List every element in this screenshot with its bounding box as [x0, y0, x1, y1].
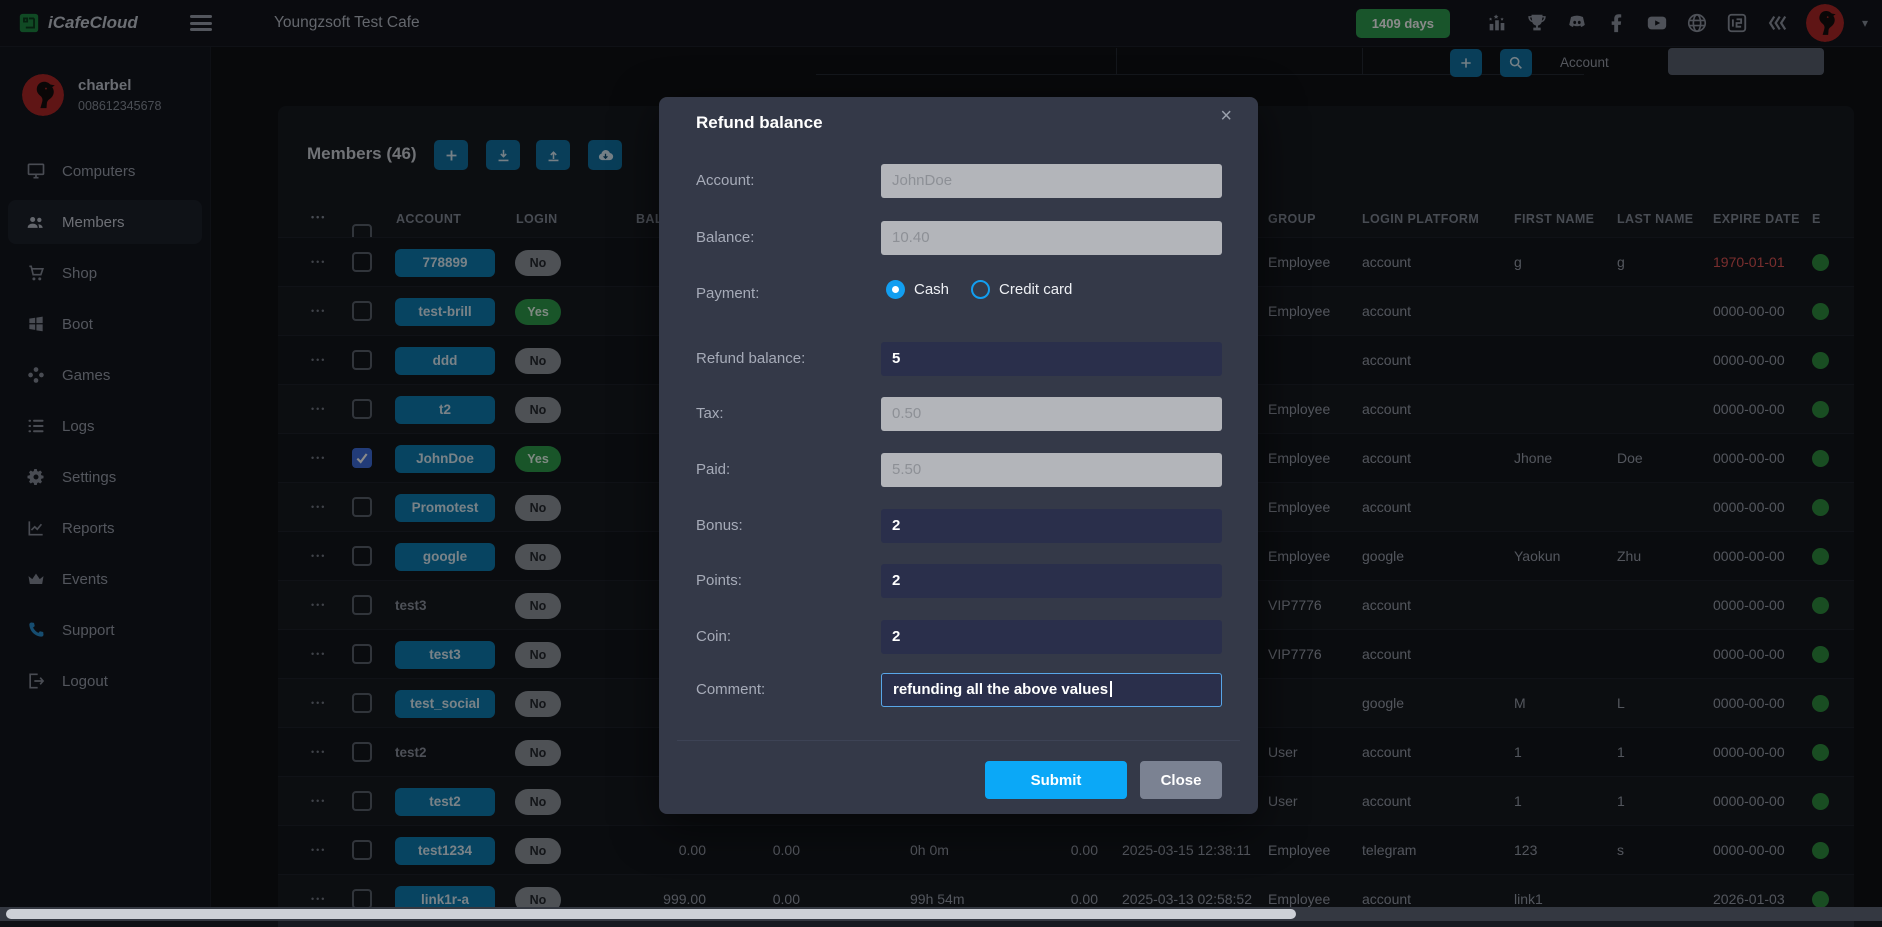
close-icon[interactable]: ×: [1220, 105, 1232, 128]
modal-divider: [677, 740, 1240, 741]
refund-balance-input[interactable]: 5: [881, 342, 1222, 376]
submit-button[interactable]: Submit: [985, 761, 1127, 799]
tax-label: Tax:: [696, 405, 724, 422]
paid-field: 5.50: [881, 453, 1222, 487]
coin-input[interactable]: 2: [881, 620, 1222, 654]
credit-card-radio-label: Credit card: [999, 281, 1073, 298]
balance-label: Balance:: [696, 229, 755, 246]
points-input[interactable]: 2: [881, 564, 1222, 598]
bonus-label: Bonus:: [696, 517, 743, 534]
payment-label: Payment:: [696, 285, 760, 302]
comment-label: Comment:: [696, 681, 766, 698]
paid-label: Paid:: [696, 461, 731, 478]
account-label: Account:: [696, 172, 755, 189]
radio-selected-icon: [886, 280, 905, 299]
credit-card-radio[interactable]: Credit card: [971, 280, 1072, 299]
cash-radio-label: Cash: [914, 281, 950, 298]
refund-balance-modal: Refund balance × Account: JohnDoe Balanc…: [659, 97, 1258, 814]
horizontal-scrollbar-thumb[interactable]: [6, 909, 1296, 919]
coin-label: Coin:: [696, 628, 732, 645]
radio-unselected-icon: [971, 280, 991, 299]
payment-radio-group: Cash Credit card: [886, 280, 1072, 299]
refund-balance-label: Refund balance:: [696, 350, 806, 367]
account-field: JohnDoe: [881, 164, 1222, 198]
points-label: Points:: [696, 572, 742, 589]
modal-title: Refund balance: [696, 113, 823, 132]
comment-input[interactable]: refunding all the above values: [881, 673, 1222, 707]
close-button[interactable]: Close: [1140, 761, 1222, 799]
cash-radio[interactable]: Cash: [886, 280, 949, 299]
tax-field: 0.50: [881, 397, 1222, 431]
balance-field: 10.40: [881, 221, 1222, 255]
bonus-input[interactable]: 2: [881, 509, 1222, 543]
text-caret: [1110, 681, 1112, 697]
